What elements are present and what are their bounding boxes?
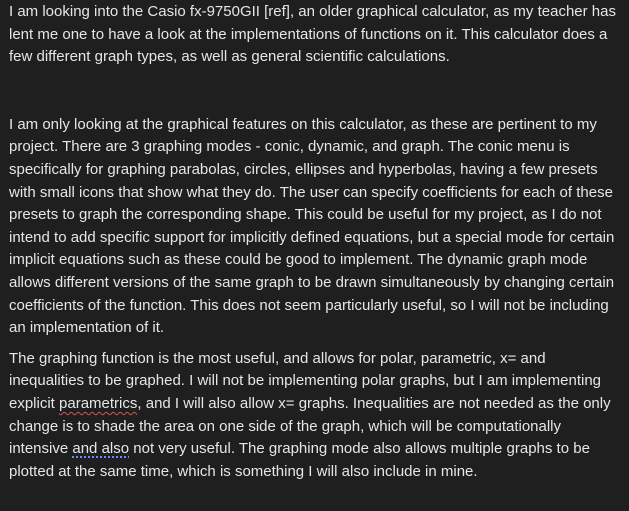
document-body: I am looking into the Casio fx-9750GII [… <box>9 1 621 483</box>
grammar-flagged-phrase[interactable]: and also <box>72 440 129 457</box>
paragraph-intro: I am looking into the Casio fx-9750GII [… <box>9 1 621 69</box>
paragraph-graphing-function: The graphing function is the most useful… <box>9 348 621 484</box>
spellcheck-flagged-word[interactable]: parametrics <box>59 395 137 412</box>
paragraph-intro-text: I am looking into the Casio fx-9750GII [… <box>9 3 616 66</box>
paragraph-graphing-modes: I am only looking at the graphical featu… <box>9 114 621 340</box>
paragraph-graphing-modes-text: I am only looking at the graphical featu… <box>9 115 615 337</box>
